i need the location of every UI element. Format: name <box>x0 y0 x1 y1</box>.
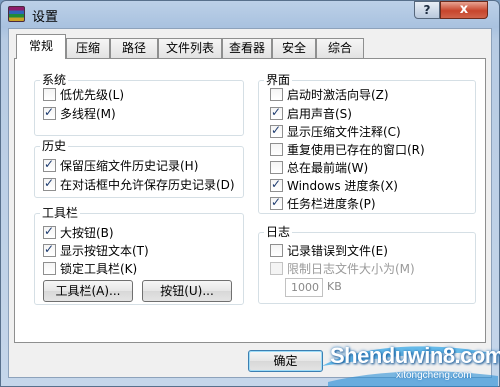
tab-paths[interactable]: 路径 <box>110 38 158 58</box>
tab-compression[interactable]: 压缩 <box>66 38 110 58</box>
startup-wizard-checkbox[interactable]: 启动时激活向导(Z) <box>270 86 389 102</box>
multithread-checkbox[interactable]: 多线程(M) <box>43 105 116 121</box>
checkbox-box <box>43 176 56 191</box>
checkbox-label: 记录错误到文件(E) <box>287 243 388 258</box>
windows-progress-checkbox[interactable]: Windows 进度条(X) <box>270 177 398 193</box>
checkbox-box <box>270 261 283 275</box>
checkbox-label: 启用声音(S) <box>287 106 352 121</box>
checkbox-box <box>43 87 56 101</box>
lock-toolbar-checkbox[interactable]: 锁定工具栏(K) <box>43 260 137 276</box>
tab-viewer[interactable]: 查看器 <box>222 38 272 58</box>
tab-file-list[interactable]: 文件列表 <box>158 38 222 58</box>
window-title: 设置 <box>32 10 59 25</box>
checkbox-label: 大按钮(B) <box>60 225 114 240</box>
checkbox-label: 启动时激活向导(Z) <box>287 87 389 102</box>
checkbox-box <box>270 243 283 257</box>
checkbox-box <box>43 224 56 239</box>
checkbox-box <box>270 142 283 156</box>
always-on-top-checkbox[interactable]: 总在最前端(W) <box>270 159 368 175</box>
ok-button[interactable]: 确定 <box>248 350 323 372</box>
checkbox-box <box>43 261 56 275</box>
checkbox-box <box>270 123 283 138</box>
checkbox-label: 保留压缩文件历史记录(H) <box>60 158 199 173</box>
log-size-unit: KB <box>327 280 342 293</box>
checkbox-box <box>270 195 283 210</box>
large-buttons-checkbox[interactable]: 大按钮(B) <box>43 224 114 240</box>
tab-misc[interactable]: 综合 <box>316 38 364 58</box>
tab-security[interactable]: 安全 <box>272 38 316 58</box>
checkbox-label: 显示按钮文本(T) <box>60 243 149 258</box>
help-button[interactable]: ? <box>414 1 440 19</box>
checkbox-box <box>270 87 283 101</box>
log-errors-checkbox[interactable]: 记录错误到文件(E) <box>270 242 388 258</box>
watermark-subtext: xitongcheng.com <box>396 370 472 381</box>
checkbox-box <box>43 157 56 172</box>
checkbox-label: 多线程(M) <box>60 106 116 121</box>
checkbox-label: 显示压缩文件注释(C) <box>287 124 401 139</box>
toolbar-settings-button[interactable]: 工具栏(A)... <box>43 280 133 302</box>
show-archive-comment-checkbox[interactable]: 显示压缩文件注释(C) <box>270 123 401 139</box>
history-group-title: 历史 <box>40 137 69 154</box>
checkbox-box <box>270 105 283 120</box>
checkbox-box <box>270 160 283 174</box>
checkbox-label: 限制日志文件大小为(M) <box>287 261 415 276</box>
checkbox-box <box>43 105 56 120</box>
tab-general[interactable]: 常规 <box>16 34 66 59</box>
low-priority-checkbox[interactable]: 低优先级(L) <box>43 86 124 102</box>
checkbox-label: 在对话框中允许保存历史记录(D) <box>60 177 235 192</box>
show-button-text-checkbox[interactable]: 显示按钮文本(T) <box>43 242 149 258</box>
toolbar-group-title: 工具栏 <box>40 204 81 221</box>
checkbox-label: 总在最前端(W) <box>287 160 369 175</box>
enable-sound-checkbox[interactable]: 启用声音(S) <box>270 105 352 121</box>
checkbox-label: Windows 进度条(X) <box>287 178 398 193</box>
log-group-title: 日志 <box>264 223 293 240</box>
log-size-input[interactable]: 1000 <box>285 278 323 297</box>
winrar-app-icon <box>8 6 25 22</box>
checkbox-box <box>43 242 56 257</box>
checkbox-box <box>270 177 283 192</box>
checkbox-label: 任务栏进度条(P) <box>287 196 376 211</box>
checkbox-label: 锁定工具栏(K) <box>60 261 138 276</box>
taskbar-progress-checkbox[interactable]: 任务栏进度条(P) <box>270 195 376 211</box>
close-button[interactable]: x <box>440 1 488 19</box>
watermark-text: Shenduwin8.com <box>330 343 500 368</box>
limit-log-size-checkbox[interactable]: 限制日志文件大小为(M) <box>270 260 415 276</box>
dialog-history-checkbox[interactable]: 在对话框中允许保存历史记录(D) <box>43 176 235 192</box>
buttons-settings-button[interactable]: 按钮(U)... <box>142 280 232 302</box>
reuse-window-checkbox[interactable]: 重复使用已存在的窗口(R) <box>270 141 425 157</box>
checkbox-label: 重复使用已存在的窗口(R) <box>287 142 425 157</box>
checkbox-label: 低优先级(L) <box>60 87 125 102</box>
keep-archive-history-checkbox[interactable]: 保留压缩文件历史记录(H) <box>43 157 198 173</box>
